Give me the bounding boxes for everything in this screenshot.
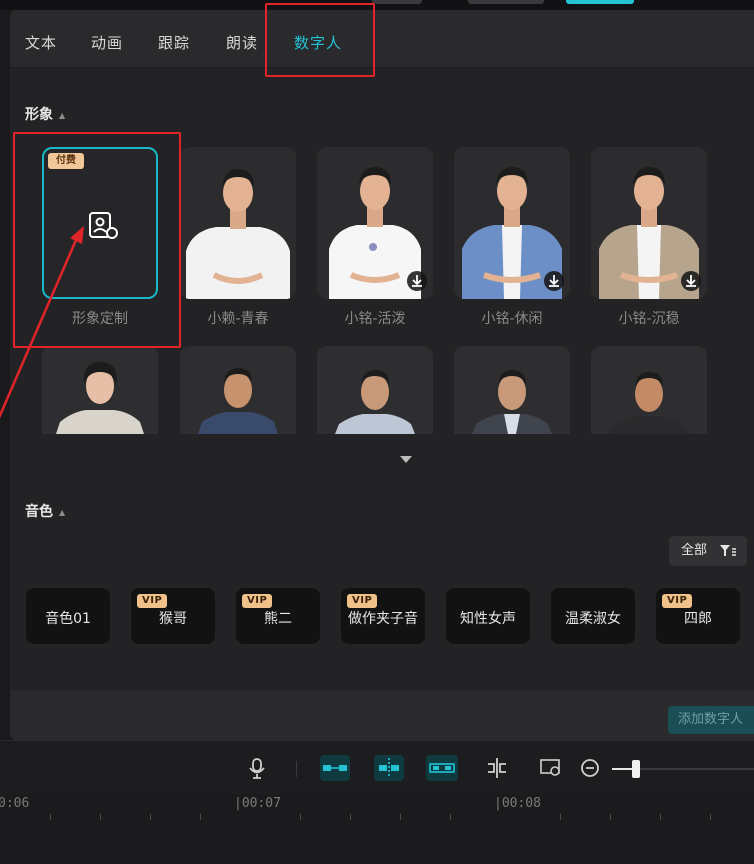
voice-name: 做作夹子音 bbox=[348, 611, 418, 627]
custom-avatar-label: 形象定制 bbox=[72, 311, 128, 327]
voice-title-text: 音色 bbox=[25, 504, 53, 520]
ruler-tick bbox=[660, 814, 661, 820]
voice-name: 温柔淑女 bbox=[565, 611, 621, 627]
avatar-portrait-image bbox=[454, 346, 570, 434]
filter-icon bbox=[720, 545, 736, 556]
time-tick-label: |00:08 bbox=[494, 796, 541, 811]
tab-text[interactable]: 文本 bbox=[25, 32, 57, 53]
ruler-tick bbox=[300, 814, 301, 820]
custom-avatar-card[interactable]: 付费 bbox=[42, 147, 158, 299]
voice-name: 熊二 bbox=[264, 611, 292, 627]
avatar-card[interactable] bbox=[591, 147, 707, 299]
tab-read-aloud[interactable]: 朗读 bbox=[226, 32, 258, 53]
add-digital-human-button[interactable]: 添加数字人 bbox=[668, 706, 754, 734]
ruler-tick bbox=[400, 814, 401, 820]
auto-snap-icon[interactable] bbox=[374, 755, 404, 781]
ruler-tick bbox=[200, 814, 201, 820]
avatar-card[interactable] bbox=[591, 346, 707, 434]
download-icon[interactable] bbox=[681, 271, 701, 291]
filter-label: 全部 bbox=[681, 543, 708, 558]
snap-link-icon[interactable] bbox=[320, 755, 350, 781]
avatar-portrait-image bbox=[42, 346, 158, 434]
top-strip bbox=[0, 0, 754, 10]
avatar-label: 小铭-活泼 bbox=[344, 311, 406, 327]
microphone-icon[interactable] bbox=[244, 755, 270, 781]
tab-animation[interactable]: 动画 bbox=[91, 32, 123, 53]
voice-card[interactable]: 音色01 bbox=[26, 588, 110, 644]
voice-card[interactable]: 知性女声 bbox=[446, 588, 530, 644]
vip-badge: VIP bbox=[137, 594, 168, 608]
vip-badge: VIP bbox=[242, 594, 273, 608]
avatar-portrait-image bbox=[180, 147, 296, 299]
timeline-toolbar bbox=[0, 740, 754, 794]
voice-name: 音色01 bbox=[45, 611, 91, 627]
ruler-tick bbox=[50, 814, 51, 820]
portrait-add-icon bbox=[89, 212, 118, 239]
download-icon[interactable] bbox=[544, 271, 564, 291]
toolbar-divider bbox=[296, 761, 297, 777]
ruler-tick bbox=[560, 814, 561, 820]
voice-card[interactable]: VIP 四郎 bbox=[656, 588, 740, 644]
voice-name: 四郎 bbox=[684, 611, 712, 627]
preview-icon[interactable] bbox=[538, 755, 564, 781]
avatar-label: 小铭-休闲 bbox=[481, 311, 543, 327]
ruler-tick bbox=[450, 814, 451, 820]
appearance-section-title[interactable]: 形象 ▲ bbox=[25, 104, 65, 124]
voice-card[interactable]: VIP 熊二 bbox=[236, 588, 320, 644]
top-strip-active-block bbox=[566, 0, 634, 4]
ruler-tick bbox=[710, 814, 711, 820]
top-strip-block bbox=[372, 0, 422, 4]
expand-more-icon[interactable] bbox=[400, 456, 412, 463]
avatar-label: 小铭-沉稳 bbox=[618, 311, 680, 327]
digital-human-panel: 文本 动画 跟踪 朗读 数字人 形象 ▲ 付费 形象定制 小赖-青春 小铭-活泼… bbox=[10, 10, 754, 740]
ruler-tick bbox=[350, 814, 351, 820]
avatar-card[interactable] bbox=[317, 147, 433, 299]
tab-bar: 文本 动画 跟踪 朗读 数字人 bbox=[10, 10, 754, 68]
voice-section-title[interactable]: 音色 ▲ bbox=[25, 501, 65, 521]
ruler-tick bbox=[150, 814, 151, 820]
voice-name: 猴哥 bbox=[159, 611, 187, 627]
linkage-icon[interactable] bbox=[426, 755, 458, 781]
voice-name: 知性女声 bbox=[460, 611, 516, 627]
avatar-label: 小赖-青春 bbox=[207, 311, 269, 327]
paid-badge: 付费 bbox=[48, 153, 84, 169]
tab-digital-human[interactable]: 数字人 bbox=[294, 32, 342, 53]
vip-badge: VIP bbox=[347, 594, 378, 608]
avatar-portrait-image bbox=[317, 346, 433, 434]
voice-filter-button[interactable]: 全部 bbox=[669, 536, 747, 566]
tab-tracking[interactable]: 跟踪 bbox=[158, 32, 190, 53]
split-icon[interactable] bbox=[484, 755, 510, 781]
time-tick-label: |00:07 bbox=[234, 796, 281, 811]
vip-badge: VIP bbox=[662, 594, 693, 608]
zoom-out-icon[interactable] bbox=[578, 755, 604, 781]
zoom-slider-handle[interactable] bbox=[632, 760, 640, 778]
ruler-tick bbox=[100, 814, 101, 820]
avatar-portrait-image bbox=[180, 346, 296, 434]
collapse-caret-icon: ▲ bbox=[59, 110, 66, 120]
avatar-card[interactable] bbox=[42, 346, 158, 434]
download-icon[interactable] bbox=[407, 271, 427, 291]
appearance-title-text: 形象 bbox=[25, 107, 53, 123]
timeline-ruler[interactable]: 0:06 |00:07 |00:08 bbox=[0, 794, 754, 864]
voice-card[interactable]: 温柔淑女 bbox=[551, 588, 635, 644]
voice-card[interactable]: VIP 猴哥 bbox=[131, 588, 215, 644]
voice-card[interactable]: VIP 做作夹子音 bbox=[341, 588, 425, 644]
avatar-card[interactable] bbox=[180, 346, 296, 434]
top-strip-block bbox=[468, 0, 544, 4]
avatar-card[interactable] bbox=[317, 346, 433, 434]
avatar-card[interactable] bbox=[180, 147, 296, 299]
collapse-caret-icon: ▲ bbox=[59, 507, 66, 517]
ruler-tick bbox=[610, 814, 611, 820]
avatar-card[interactable] bbox=[454, 147, 570, 299]
panel-footer: 添加数字人 bbox=[10, 690, 754, 740]
time-tick-label: 0:06 bbox=[0, 796, 30, 811]
avatar-card[interactable] bbox=[454, 346, 570, 434]
avatar-portrait-image bbox=[591, 346, 707, 434]
